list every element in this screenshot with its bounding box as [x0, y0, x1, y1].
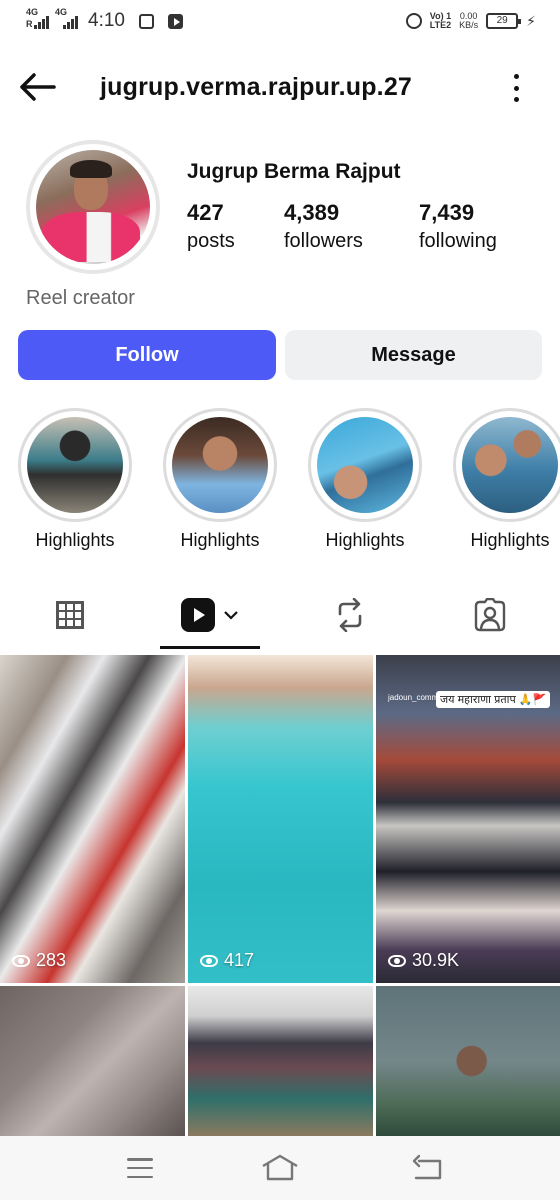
- volte-indicator: Vo) 1 LTE2: [429, 11, 452, 30]
- followers-count: 4,389: [284, 200, 340, 225]
- tab-reels[interactable]: [160, 580, 260, 650]
- highlight-item[interactable]: Highlights: [162, 408, 278, 551]
- highlight-cover: [27, 417, 123, 513]
- posts-stat[interactable]: 427 posts: [187, 200, 235, 253]
- avatar-image: [36, 150, 150, 264]
- view-count: 30.9K: [388, 950, 459, 971]
- clock: 4:10: [88, 10, 125, 31]
- highlight-cover: [172, 417, 268, 513]
- network-speed: 0.00 KB/s: [459, 11, 479, 30]
- signal-icon: 4G R: [26, 7, 49, 29]
- home-icon[interactable]: [260, 1152, 300, 1184]
- eye-icon: [388, 954, 406, 967]
- profile-tabs: [0, 580, 560, 650]
- highlight-label: Highlights: [35, 530, 115, 550]
- reel-tag: jadoun_commu: [388, 693, 443, 702]
- arrow-left-icon[interactable]: [18, 72, 58, 102]
- more-vertical-icon[interactable]: [512, 74, 520, 102]
- system-nav-bar: [0, 1136, 560, 1200]
- tab-reposts[interactable]: [300, 580, 400, 650]
- page-title: jugrup.verma.rajpur.up.27: [100, 73, 413, 101]
- active-tab-indicator: [160, 646, 260, 649]
- highlight-item[interactable]: Highlights: [307, 408, 423, 551]
- full-name: Jugrup Berma Rajput: [187, 160, 401, 183]
- back-icon[interactable]: [408, 1152, 448, 1184]
- followers-label: followers: [284, 230, 363, 252]
- reel-thumbnail[interactable]: [376, 986, 560, 1136]
- profile-header: jugrup.verma.rajpur.up.27: [0, 60, 560, 116]
- reel-thumbnail[interactable]: [188, 986, 373, 1136]
- reel-thumbnail[interactable]: 417: [188, 655, 373, 983]
- reel-thumbnail[interactable]: jadoun_commu जय महाराणा प्रताप 🙏🚩 30.9K: [376, 655, 560, 983]
- highlight-label: Highlights: [180, 530, 260, 550]
- highlight-cover: [462, 417, 558, 513]
- reel-thumbnail[interactable]: [0, 986, 185, 1136]
- bio: Reel creator: [26, 287, 135, 309]
- eye-icon: [200, 954, 218, 967]
- reel-thumbnail[interactable]: 283: [0, 655, 185, 983]
- view-count: 417: [200, 950, 254, 971]
- tab-grid[interactable]: [20, 580, 120, 650]
- following-count: 7,439: [419, 200, 475, 225]
- tagged-person-icon: [474, 598, 506, 632]
- avatar[interactable]: [26, 140, 160, 274]
- view-count: 283: [12, 950, 66, 971]
- tab-tagged[interactable]: [440, 580, 540, 650]
- alarm-icon: [405, 13, 422, 29]
- highlight-item[interactable]: Highlights: [452, 408, 560, 551]
- screenshot-icon: [138, 13, 154, 29]
- followers-stat[interactable]: 4,389 followers: [284, 200, 363, 253]
- youtube-icon: [167, 13, 183, 29]
- grid-icon: [56, 601, 84, 629]
- status-bar: 4G R 4G 4:10 Vo) 1 LTE2 0.00 KB/s 29 ⚡: [0, 0, 560, 44]
- menu-icon[interactable]: [120, 1152, 160, 1184]
- message-button[interactable]: Message: [285, 330, 542, 380]
- battery-icon: 29: [486, 13, 522, 29]
- following-label: following: [419, 230, 497, 252]
- following-stat[interactable]: 7,439 following: [419, 200, 497, 253]
- follow-button[interactable]: Follow: [18, 330, 276, 380]
- repost-icon: [338, 598, 362, 632]
- reels-icon: [181, 598, 215, 632]
- posts-count: 427: [187, 200, 224, 225]
- highlight-item[interactable]: Highlights: [17, 408, 133, 551]
- posts-label: posts: [187, 230, 235, 252]
- chevron-down-icon: [224, 611, 238, 620]
- reel-overlay-text: जय महाराणा प्रताप 🙏🚩: [436, 691, 551, 708]
- highlight-cover: [317, 417, 413, 513]
- signal-icon-2: 4G: [55, 7, 78, 29]
- highlight-label: Highlights: [325, 530, 405, 550]
- highlight-label: Highlights: [470, 530, 550, 550]
- eye-icon: [12, 954, 30, 967]
- charging-icon: ⚡: [526, 12, 536, 29]
